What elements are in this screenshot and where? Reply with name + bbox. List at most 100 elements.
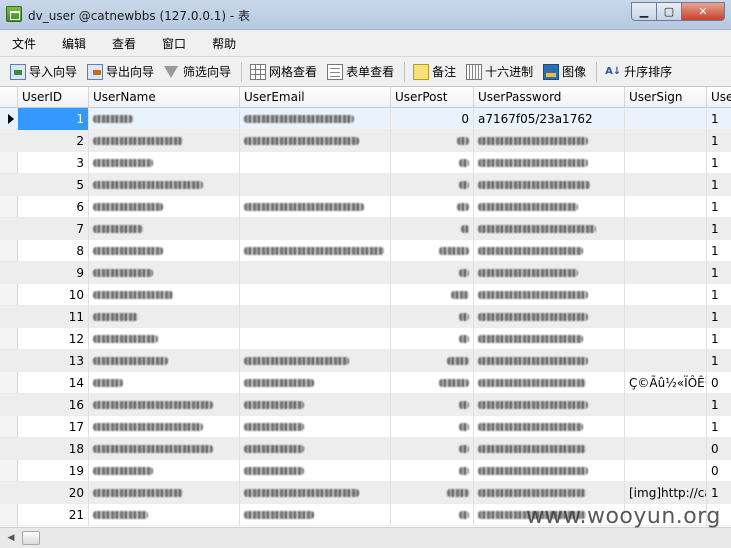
cell-userpassword[interactable]: a7167f05/23a1762 <box>474 108 625 130</box>
cell-use[interactable]: 1 <box>707 196 731 218</box>
cell-userpassword[interactable] <box>474 174 625 196</box>
cell-userid[interactable]: 19 <box>18 460 89 482</box>
cell-username[interactable] <box>89 438 240 460</box>
header-useremail[interactable]: UserEmail <box>240 87 391 108</box>
cell-userpost[interactable] <box>391 130 474 152</box>
header-usersign[interactable]: UserSign <box>625 87 707 108</box>
cell-useremail[interactable] <box>240 482 391 504</box>
cell-use[interactable]: 1 <box>707 174 731 196</box>
cell-useremail[interactable] <box>240 394 391 416</box>
cell-userid[interactable]: 10 <box>18 284 89 306</box>
cell-useremail[interactable] <box>240 108 391 130</box>
cell-userpassword[interactable] <box>474 394 625 416</box>
cell-userpassword[interactable] <box>474 482 625 504</box>
cell-use[interactable]: 1 <box>707 152 731 174</box>
cell-usersign[interactable]: Ç©Ãû½«ÏÔÊ¾ <box>625 372 707 394</box>
cell-usersign[interactable] <box>625 174 707 196</box>
cell-userpost[interactable] <box>391 438 474 460</box>
table-row[interactable]: 21 <box>0 130 731 152</box>
cell-userid[interactable]: 13 <box>18 350 89 372</box>
cell-userid[interactable]: 16 <box>18 394 89 416</box>
cell-userpassword[interactable] <box>474 284 625 306</box>
image-button[interactable]: 图像 <box>539 60 590 84</box>
cell-useremail[interactable] <box>240 350 391 372</box>
cell-userid[interactable]: 9 <box>18 262 89 284</box>
cell-userpost[interactable] <box>391 328 474 350</box>
cell-usersign[interactable] <box>625 108 707 130</box>
cell-userpost[interactable] <box>391 174 474 196</box>
cell-username[interactable] <box>89 372 240 394</box>
filter-wizard-button[interactable]: 筛选向导 <box>160 60 235 84</box>
header-userid[interactable]: UserID <box>18 87 89 108</box>
table-row[interactable]: 1 0 a7167f05/23a1762 1 <box>0 108 731 130</box>
cell-userid[interactable]: 12 <box>18 328 89 350</box>
cell-userpost[interactable] <box>391 460 474 482</box>
table-row[interactable]: 11 1 <box>0 306 731 328</box>
table-row[interactable]: 81 <box>0 240 731 262</box>
cell-userpost[interactable] <box>391 416 474 438</box>
cell-useremail[interactable] <box>240 130 391 152</box>
scroll-left-icon[interactable]: ◀ <box>4 531 18 545</box>
cell-userpost[interactable] <box>391 262 474 284</box>
cell-useremail[interactable] <box>240 460 391 482</box>
cell-use[interactable]: 0 <box>707 372 731 394</box>
menu-edit[interactable]: 编辑 <box>54 35 94 52</box>
minimize-button[interactable]: ▁ <box>631 2 657 21</box>
menu-file[interactable]: 文件 <box>4 35 44 52</box>
cell-use[interactable]: 1 <box>707 416 731 438</box>
cell-username[interactable] <box>89 306 240 328</box>
menu-window[interactable]: 窗口 <box>154 35 194 52</box>
cell-userpassword[interactable] <box>474 262 625 284</box>
sort-ascending-button[interactable]: A↓ 升序排序 <box>601 60 676 84</box>
cell-userpassword[interactable] <box>474 350 625 372</box>
scroll-thumb[interactable] <box>22 531 40 545</box>
cell-username[interactable] <box>89 504 240 526</box>
table-row[interactable]: 61 <box>0 196 731 218</box>
header-userpassword[interactable]: UserPassword <box>474 87 625 108</box>
cell-use[interactable]: 1 <box>707 328 731 350</box>
hex-button[interactable]: 十六进制 <box>462 60 537 84</box>
cell-userpost[interactable] <box>391 504 474 526</box>
table-row[interactable]: 12 1 <box>0 328 731 350</box>
cell-userpassword[interactable] <box>474 416 625 438</box>
cell-use[interactable]: 1 <box>707 240 731 262</box>
grid-view-button[interactable]: 网格查看 <box>246 60 321 84</box>
table-row[interactable]: 71 <box>0 218 731 240</box>
cell-userpassword[interactable] <box>474 240 625 262</box>
cell-use[interactable]: 1 <box>707 108 731 130</box>
cell-userid[interactable]: 17 <box>18 416 89 438</box>
cell-userpost[interactable] <box>391 482 474 504</box>
cell-username[interactable] <box>89 130 240 152</box>
table-row[interactable]: 13 1 <box>0 350 731 372</box>
cell-username[interactable] <box>89 460 240 482</box>
cell-usersign[interactable] <box>625 130 707 152</box>
menu-help[interactable]: 帮助 <box>204 35 244 52</box>
cell-useremail[interactable] <box>240 306 391 328</box>
cell-userpassword[interactable] <box>474 130 625 152</box>
cell-use[interactable]: 0 <box>707 438 731 460</box>
cell-username[interactable] <box>89 240 240 262</box>
cell-usersign[interactable] <box>625 438 707 460</box>
export-wizard-button[interactable]: 导出向导 <box>83 60 158 84</box>
cell-use[interactable]: 1 <box>707 284 731 306</box>
cell-useremail[interactable] <box>240 174 391 196</box>
cell-use[interactable]: 1 <box>707 218 731 240</box>
cell-userpost[interactable] <box>391 394 474 416</box>
cell-userpassword[interactable] <box>474 328 625 350</box>
cell-userid[interactable]: 3 <box>18 152 89 174</box>
cell-use[interactable]: 1 <box>707 482 731 504</box>
cell-userid[interactable]: 1 <box>18 108 89 130</box>
memo-button[interactable]: 备注 <box>409 60 460 84</box>
cell-userpost[interactable] <box>391 372 474 394</box>
cell-username[interactable] <box>89 196 240 218</box>
horizontal-scrollbar[interactable]: ◀ <box>0 527 731 548</box>
cell-username[interactable] <box>89 482 240 504</box>
cell-userpost[interactable] <box>391 350 474 372</box>
cell-username[interactable] <box>89 174 240 196</box>
cell-username[interactable] <box>89 350 240 372</box>
cell-userpost[interactable] <box>391 284 474 306</box>
header-username[interactable]: UserName <box>89 87 240 108</box>
cell-userid[interactable]: 14 <box>18 372 89 394</box>
cell-userid[interactable]: 21 <box>18 504 89 526</box>
cell-usersign[interactable] <box>625 240 707 262</box>
